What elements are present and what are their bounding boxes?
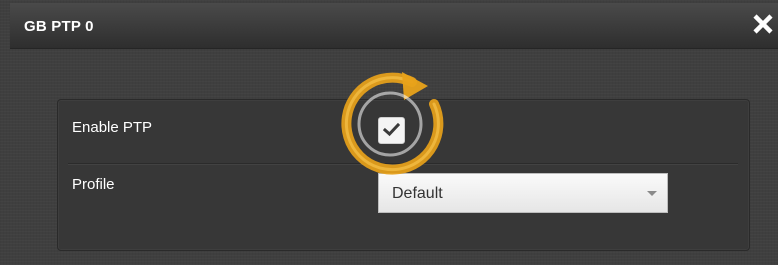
profile-select[interactable]: Default bbox=[378, 173, 668, 213]
settings-panel: Enable PTP Profile Default bbox=[57, 99, 750, 251]
profile-select-value: Default bbox=[392, 185, 443, 202]
close-button[interactable] bbox=[750, 9, 778, 41]
checkmark-icon bbox=[383, 123, 400, 137]
chevron-down-icon bbox=[647, 191, 657, 196]
enable-ptp-label: Enable PTP bbox=[72, 119, 153, 136]
enable-ptp-checkbox[interactable] bbox=[378, 117, 405, 144]
dialog-title-bar: GB PTP 0 bbox=[10, 3, 778, 49]
row-divider bbox=[68, 163, 738, 164]
ptp-settings-dialog: GB PTP 0 Enable PTP Profile Default bbox=[0, 0, 778, 265]
profile-label: Profile bbox=[72, 176, 115, 193]
close-icon bbox=[753, 14, 773, 34]
dialog-title: GB PTP 0 bbox=[24, 18, 94, 35]
